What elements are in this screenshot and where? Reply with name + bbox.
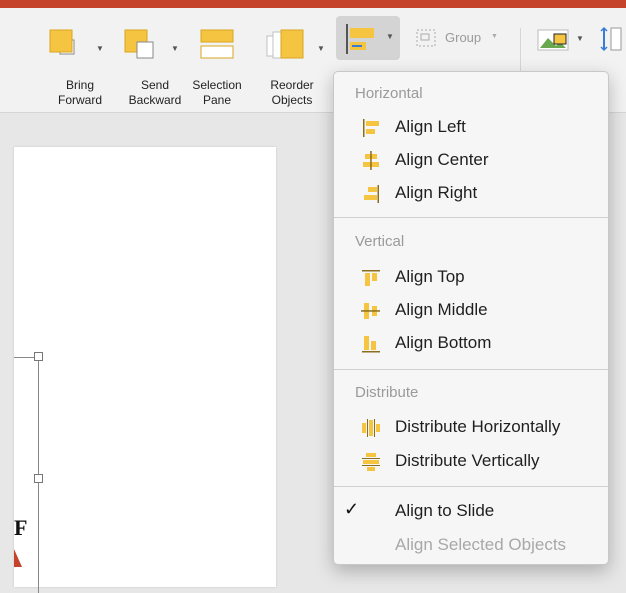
chevron-down-icon[interactable]: ▼ [96,44,104,53]
chevron-down-icon: ▼ [576,34,584,43]
slide-text-fragment: F [14,515,28,540]
align-right-icon [364,185,379,203]
menu-item-align-to-slide[interactable]: ✓ Align to Slide [334,496,608,526]
menu-item-label: Align to Slide [395,501,495,520]
menu-item-align-bottom[interactable]: Align Bottom [334,328,608,358]
height-icon[interactable] [599,26,623,52]
selection-frame-line [38,353,39,593]
menu-item-label: Distribute Vertically [395,451,540,470]
send-backward-icon [124,29,154,59]
reorder-objects-button[interactable]: ▼ Reorder Objects [255,22,330,114]
group-button[interactable]: Group ▼ [412,28,502,52]
section-header-distribute: Distribute [355,384,419,401]
menu-item-label: Align Middle [395,300,488,319]
menu-item-distribute-horizontally[interactable]: Distribute Horizontally [334,412,608,442]
align-dropdown-menu: Horizontal Align Left Align Center Align… [333,71,609,565]
resize-handle[interactable] [34,474,43,483]
reorder-objects-icon [266,29,304,59]
menu-item-align-selected-objects[interactable]: Align Selected Objects [334,530,608,560]
menu-divider [334,217,608,218]
bring-forward-label-2: Forward [57,93,102,107]
align-left-icon [363,119,379,137]
bring-forward-icon [49,29,75,55]
menu-divider [334,369,608,370]
section-header-horizontal: Horizontal [355,85,423,102]
distribute-vertically-icon [362,453,380,471]
menu-item-align-center[interactable]: Align Center [334,145,608,175]
distribute-horizontally-icon [362,419,380,437]
menu-item-label: Align Selected Objects [395,535,567,554]
selection-pane-button[interactable]: Selection Pane [175,22,255,114]
bring-forward-label-1: Bring [65,78,94,92]
align-middle-icon [361,303,380,319]
chevron-down-icon: ▼ [386,32,394,41]
title-bar-accent [0,0,626,8]
menu-item-label: Align Right [395,183,478,202]
align-top-icon [362,270,380,286]
reorder-objects-label-1: Reorder [270,78,314,92]
menu-item-align-right[interactable]: Align Right [334,178,608,208]
menu-item-distribute-vertically[interactable]: Distribute Vertically [334,446,608,476]
selection-pane-icon [200,29,234,59]
menu-item-label: Align Top [395,267,465,286]
group-icon [416,29,436,47]
menu-item-label: Distribute Horizontally [395,417,561,436]
menu-item-align-middle[interactable]: Align Middle [334,295,608,325]
resize-handle[interactable] [34,352,43,361]
slide-red-shape [14,549,22,567]
section-header-vertical: Vertical [355,233,405,250]
chevron-down-icon[interactable]: ▼ [317,44,325,53]
menu-item-align-left[interactable]: Align Left [334,112,608,142]
bring-forward-button[interactable]: ▼ Bring Forward [40,22,120,114]
picture-icon [537,29,569,51]
checkmark-icon: ✓ [344,499,360,519]
menu-divider [334,486,608,487]
selection-pane-label-1: Selection [192,78,242,92]
align-center-icon [363,151,379,170]
reorder-objects-label-2: Objects [271,93,313,107]
picture-arrange-button[interactable]: ▼ [532,24,594,56]
menu-item-label: Align Left [395,117,466,136]
menu-item-label: Align Bottom [395,333,492,352]
menu-item-align-top[interactable]: Align Top [334,262,608,292]
align-button[interactable]: ▼ [336,16,400,60]
slide[interactable]: F [14,147,276,593]
align-icon [346,24,374,54]
menu-item-label: Align Center [395,150,489,169]
selection-pane-label-2: Pane [202,93,232,107]
chevron-down-icon: ▼ [491,33,498,40]
group-label: Group [445,30,482,45]
align-bottom-icon [362,336,380,353]
